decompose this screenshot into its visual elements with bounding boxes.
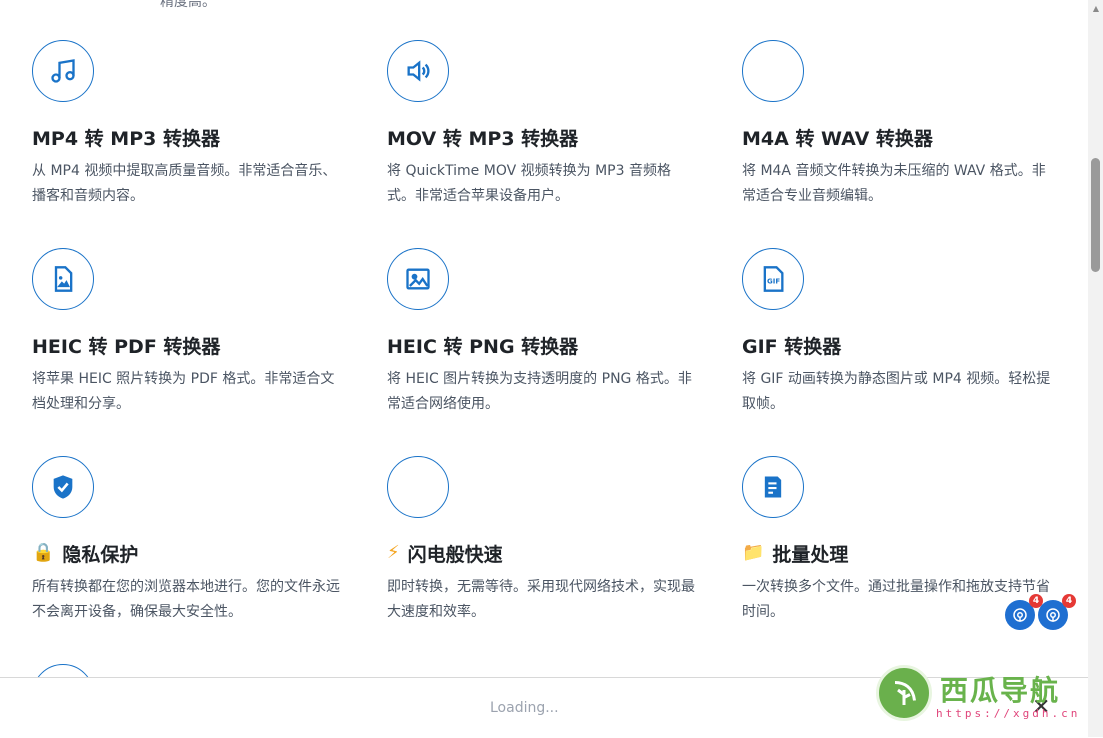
speaker-icon — [387, 40, 449, 102]
feature-description: 将 HEIC 图片转换为支持透明度的 PNG 格式。非常适合网络使用。 — [387, 371, 692, 412]
scrollbar-thumb[interactable] — [1091, 158, 1100, 272]
truncated-description-text: 精度高。 — [160, 0, 216, 10]
watermark-url: https://xgdh.cn — [936, 707, 1081, 720]
feature-description: 即时转换，无需等待。采用现代网络技术，实现最大速度和效率。 — [387, 579, 695, 620]
feature-title: HEIC 转 PNG 转换器 — [387, 335, 579, 358]
feature-title: MOV 转 MP3 转换器 — [387, 127, 579, 150]
loading-text: Loading... — [490, 700, 559, 716]
feature-description: 将 M4A 音频文件转换为未压缩的 WAV 格式。非常适合专业音频编辑。 — [742, 163, 1046, 204]
watermark-name: 西瓜导航 — [940, 674, 1061, 707]
feature-description: 将苹果 HEIC 照片转换为 PDF 格式。非常适合文档处理和分享。 — [32, 371, 335, 412]
feature-card-privacy: 🔒 隐私保护 所有转换都在您的浏览器本地进行。您的文件永远不会离开设备，确保最大安… — [32, 456, 387, 664]
floating-action-button[interactable]: 4 — [1038, 594, 1076, 630]
feature-title: ⚡ 闪电般快速 — [387, 542, 503, 566]
feature-card-mp4-to-mp3[interactable]: MP4 转 MP3 转换器 从 MP4 视频中提取高质量音频。非常适合音乐、播客… — [32, 40, 387, 248]
scroll-up-arrow-icon[interactable]: ▲ — [1093, 4, 1099, 13]
feature-grid: MP4 转 MP3 转换器 从 MP4 视频中提取高质量音频。非常适合音乐、播客… — [32, 40, 1097, 664]
image-file-icon — [32, 248, 94, 310]
watermark: 西瓜导航 https://xgdh.cn — [876, 665, 1086, 725]
feature-card-heic-to-png[interactable]: HEIC 转 PNG 转换器 将 HEIC 图片转换为支持透明度的 PNG 格式… — [387, 248, 742, 456]
feature-title: M4A 转 WAV 转换器 — [742, 127, 933, 150]
feature-title: GIF 转换器 — [742, 335, 842, 358]
vertical-scrollbar[interactable]: ▲ — [1088, 0, 1103, 737]
feature-card-gif[interactable]: GIF GIF 转换器 将 GIF 动画转换为静态图片或 MP4 视频。轻松提取… — [742, 248, 1097, 456]
floating-action-button[interactable]: 4 — [1005, 594, 1043, 630]
notification-badge: 4 — [1062, 594, 1076, 608]
feature-card-speed: ⚡ 闪电般快速 即时转换，无需等待。采用现代网络技术，实现最大速度和效率。 — [387, 456, 742, 664]
music-note-icon — [32, 40, 94, 102]
gif-file-icon: GIF — [742, 248, 804, 310]
svg-text:GIF: GIF — [767, 278, 780, 286]
feature-card-m4a-to-wav[interactable]: M4A 转 WAV 转换器 将 M4A 音频文件转换为未压缩的 WAV 格式。非… — [742, 40, 1097, 248]
feature-description: 将 GIF 动画转换为静态图片或 MP4 视频。轻松提取帧。 — [742, 371, 1051, 412]
shield-check-icon — [32, 456, 94, 518]
feature-card-mov-to-mp3[interactable]: MOV 转 MP3 转换器 将 QuickTime MOV 视频转换为 MP3 … — [387, 40, 742, 248]
feature-title: 📁 批量处理 — [742, 542, 849, 566]
blank-icon — [742, 40, 804, 102]
lightning-emoji-icon: ⚡ — [387, 542, 400, 563]
feature-description: 从 MP4 视频中提取高质量音频。非常适合音乐、播客和音频内容。 — [32, 163, 337, 204]
feature-title: MP4 转 MP3 转换器 — [32, 127, 220, 150]
blank-icon — [387, 456, 449, 518]
feature-title: 🔒 隐私保护 — [32, 542, 139, 566]
image-icon — [387, 248, 449, 310]
feature-description: 将 QuickTime MOV 视频转换为 MP3 音频格式。非常适合苹果设备用… — [387, 163, 671, 204]
lock-emoji-icon: 🔒 — [32, 542, 55, 563]
watermark-logo-icon — [876, 665, 932, 721]
feature-description: 所有转换都在您的浏览器本地进行。您的文件永远不会离开设备，确保最大安全性。 — [32, 579, 340, 620]
document-icon — [742, 456, 804, 518]
feature-title: HEIC 转 PDF 转换器 — [32, 335, 221, 358]
folder-emoji-icon: 📁 — [742, 542, 765, 563]
feature-card-batch: 📁 批量处理 一次转换多个文件。通过批量操作和拖放支持节省时间。 — [742, 456, 1097, 664]
feature-card-heic-to-pdf[interactable]: HEIC 转 PDF 转换器 将苹果 HEIC 照片转换为 PDF 格式。非常适… — [32, 248, 387, 456]
